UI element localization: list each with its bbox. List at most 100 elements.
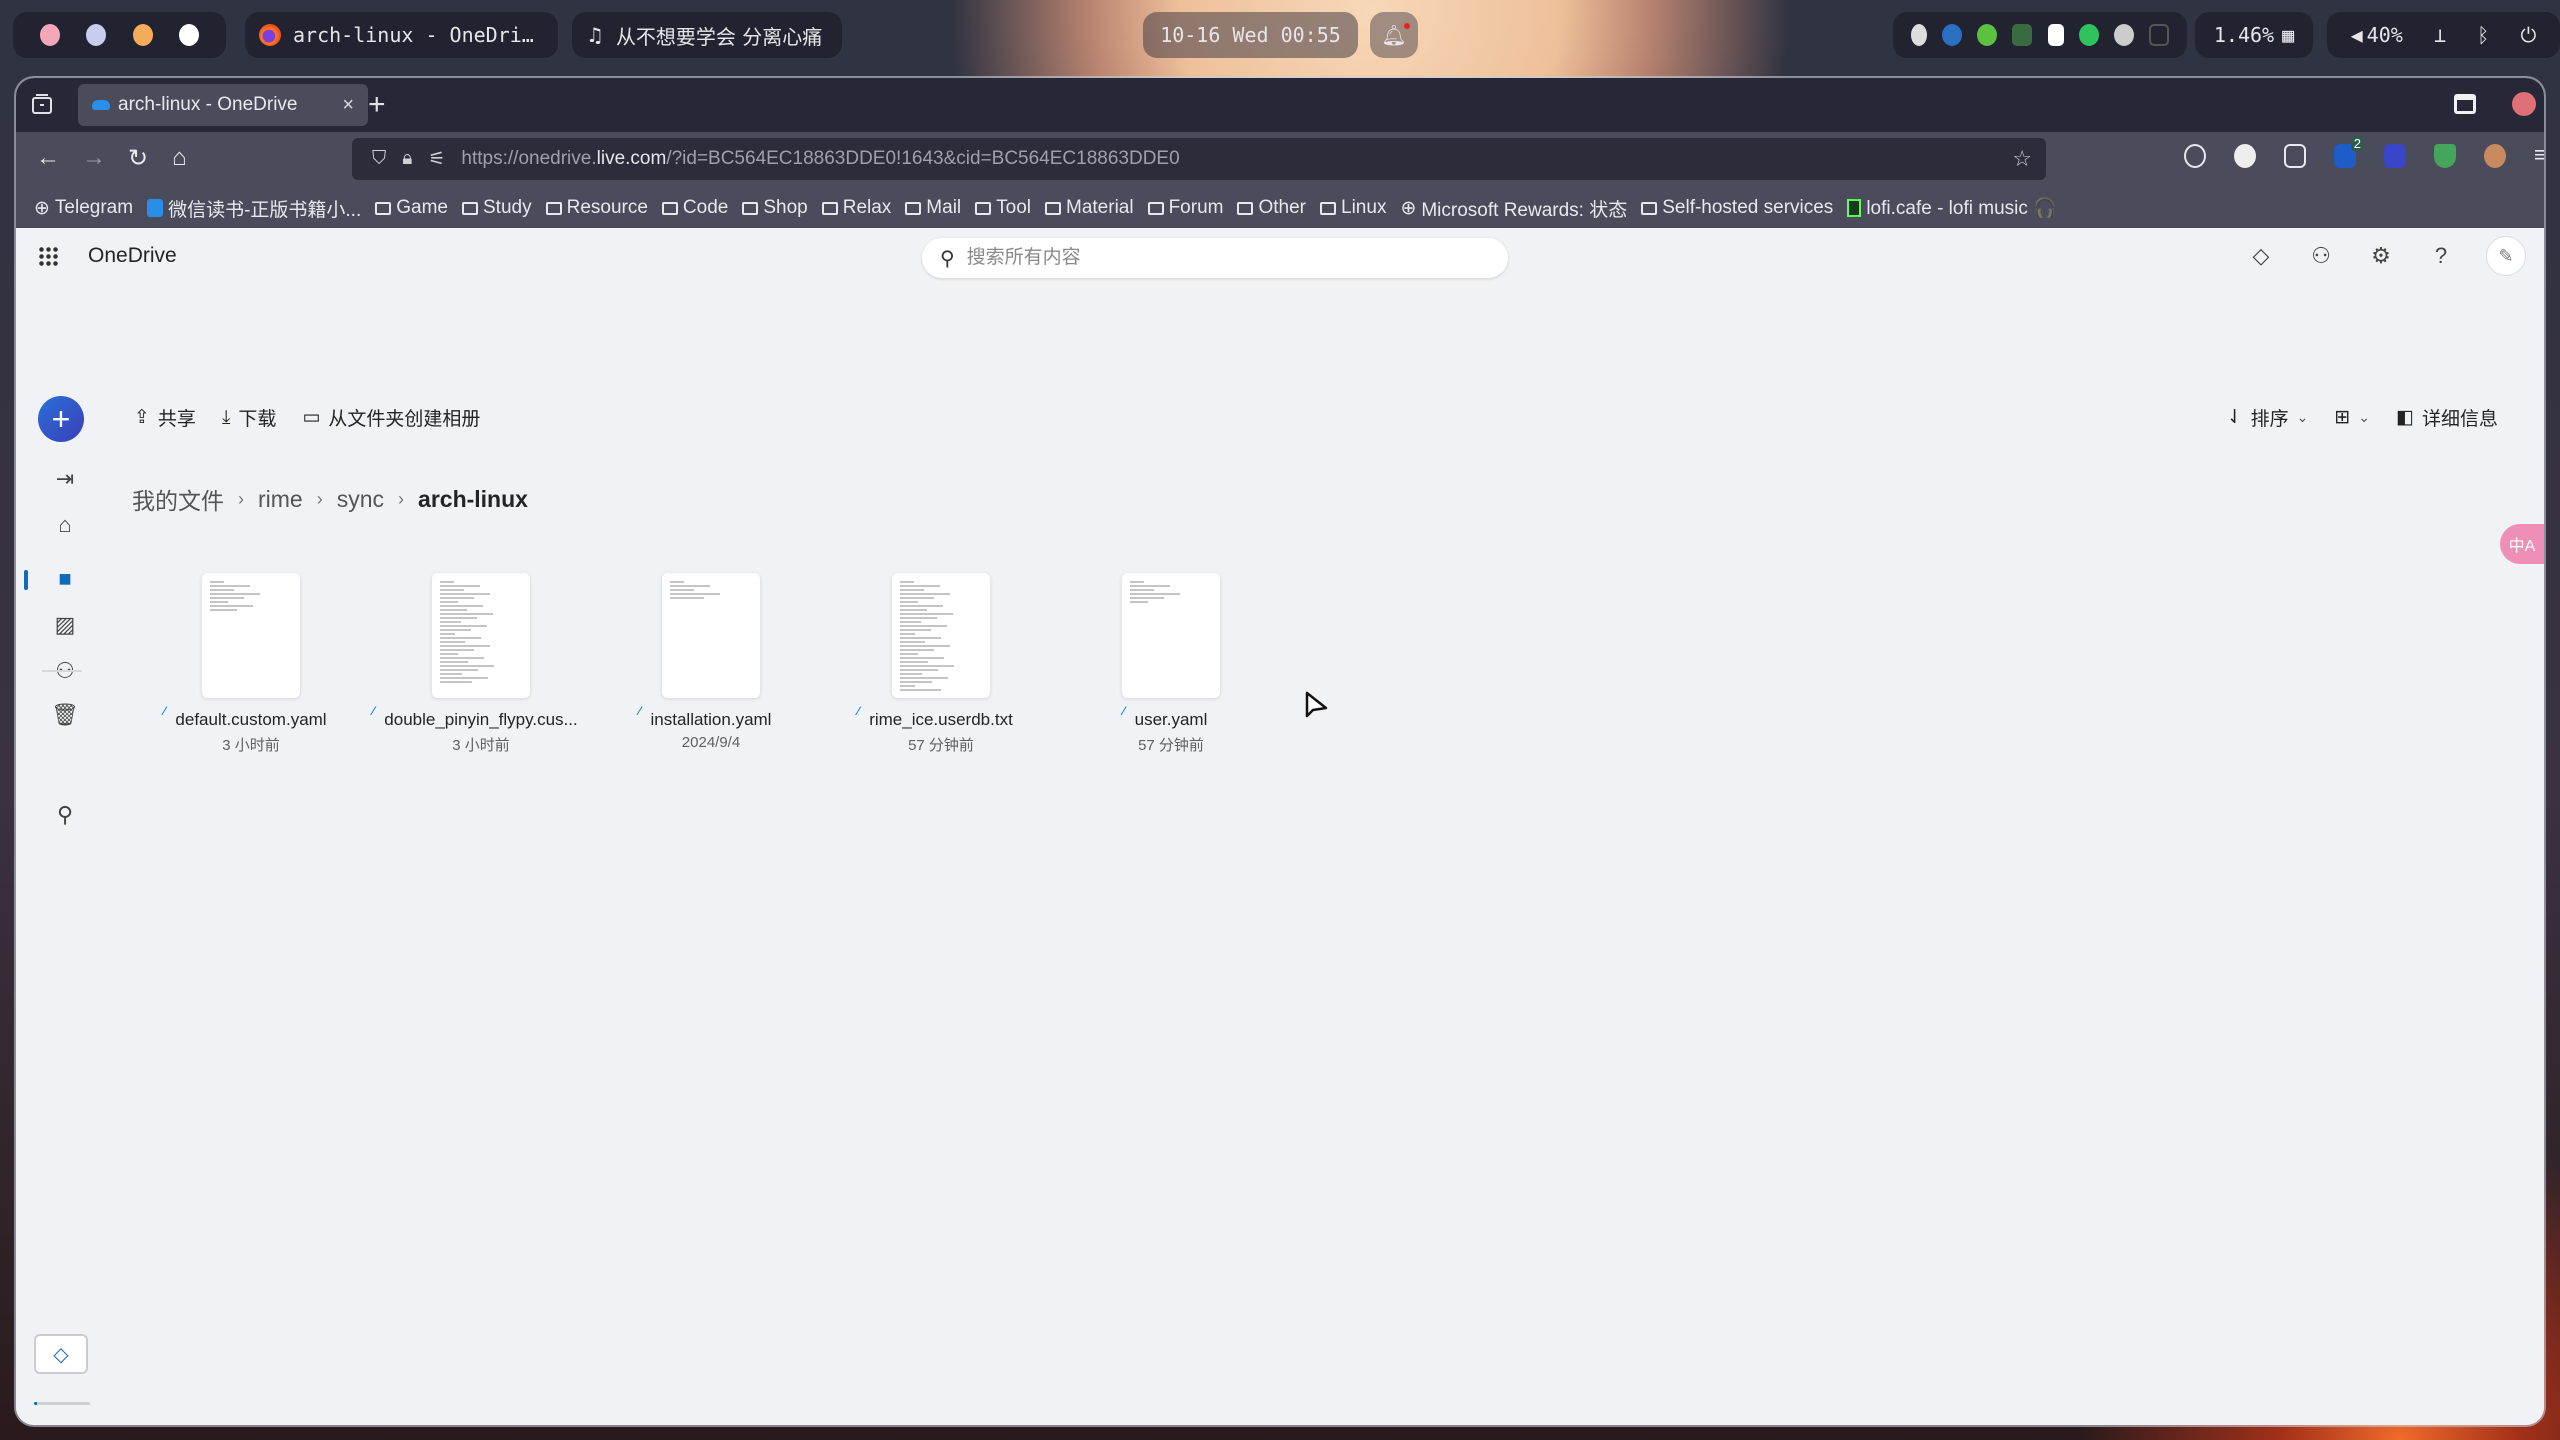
bitwarden-icon[interactable]: 2	[2334, 136, 2364, 168]
bookmark-item[interactable]: 微信读书-正版书籍小...	[147, 195, 361, 222]
bookmark-item[interactable]: ⊕ Microsoft Rewards: 状态	[1400, 195, 1627, 222]
tab-onedrive[interactable]: arch-linux - OneDrive ×	[78, 84, 368, 126]
history-icon[interactable]	[2184, 144, 2206, 168]
my-files-nav-icon[interactable]: ■	[52, 566, 78, 592]
bluetooth-status-icon[interactable]: ᛒ	[2477, 23, 2489, 47]
extensions-icon[interactable]	[2284, 144, 2306, 168]
bookmark-item[interactable]: Mail	[905, 197, 961, 219]
view-mode-button[interactable]: ⊞ ⌄	[2334, 406, 2370, 429]
bookmark-star-icon[interactable]: ☆	[2012, 146, 2032, 172]
feedback-icon[interactable]: ⚇	[2306, 241, 2336, 271]
settings-icon[interactable]: ⚙	[2366, 241, 2396, 271]
file-tile[interactable]: ⁄ user.yaml 57 分钟前	[1056, 573, 1286, 755]
bluetooth-icon[interactable]	[1910, 24, 1927, 46]
bookmark-item[interactable]: ⊕ Telegram	[34, 197, 133, 220]
bookmark-item[interactable]: Linux	[1320, 197, 1386, 219]
input-method-icon[interactable]	[2149, 24, 2170, 46]
file-tile[interactable]: ⁄ default.custom.yaml 3 小时前	[136, 573, 366, 755]
breadcrumb-current[interactable]: arch-linux	[418, 486, 528, 513]
lock-icon[interactable]: 🔒︎	[402, 148, 412, 170]
adguard-icon[interactable]	[2434, 144, 2456, 168]
recycle-bin-nav-icon[interactable]: 🗑︎	[51, 702, 79, 728]
sort-button[interactable]: ⇃ 排序 ⌄	[2227, 404, 2309, 431]
bookmark-item[interactable]: Other	[1237, 197, 1306, 219]
profile-extension-icon[interactable]	[2234, 144, 2256, 168]
steam-icon[interactable]	[2114, 24, 2135, 46]
expand-nav-icon[interactable]: ⇥	[52, 466, 78, 492]
music-widget[interactable]: ♫ 从不想要学会 分离心痛	[572, 12, 842, 58]
green-cat-icon[interactable]	[1977, 24, 1998, 46]
power-icon[interactable]: ⏻	[2521, 23, 2537, 47]
breadcrumb-item[interactable]: rime	[258, 486, 303, 513]
workspace-dot-3[interactable]	[132, 24, 153, 46]
file-name[interactable]: ⁄ double_pinyin_flypy.cus...	[372, 704, 577, 730]
download-button[interactable]: ⤓ 下载	[222, 404, 276, 431]
new-tab-button[interactable]: +	[368, 88, 386, 122]
active-window-indicator[interactable]: arch-linux - OneDri…	[245, 12, 558, 58]
window-list-icon[interactable]	[2454, 94, 2476, 114]
bookmark-item[interactable]: Material	[1045, 197, 1134, 219]
file-tile[interactable]: ⁄ double_pinyin_flypy.cus... 3 小时前	[366, 573, 596, 755]
help-icon[interactable]: ?	[2426, 241, 2456, 271]
notification-button[interactable]: 🔔︎	[1370, 12, 1418, 58]
file-name[interactable]: ⁄ user.yaml	[1123, 704, 1208, 730]
play-icon[interactable]	[2047, 24, 2064, 46]
workspace-switcher[interactable]	[13, 12, 226, 58]
file-tile[interactable]: ⁄ rime_ice.userdb.txt 57 分钟前	[826, 573, 1056, 755]
wechat-icon[interactable]	[2078, 24, 2099, 46]
cpu-usage[interactable]: 1.46% ▦	[2195, 12, 2313, 58]
permissions-icon[interactable]: ⚟	[428, 148, 445, 171]
create-new-button[interactable]: +	[38, 396, 84, 442]
create-album-button[interactable]: ▭ 从文件夹创建相册	[302, 404, 480, 431]
premium-diamond-icon[interactable]: ◇	[2246, 241, 2276, 271]
bookmark-item[interactable]: Shop	[742, 197, 808, 219]
address-bar[interactable]: ⛉ 🔒︎ ⚟ https://onedrive.live.com/?id=BC5…	[352, 138, 2046, 180]
photos-nav-icon[interactable]: ▨	[52, 612, 78, 638]
app-launcher-icon[interactable]	[38, 246, 58, 266]
clock[interactable]: 10-16 Wed 00:55	[1143, 12, 1358, 58]
bookmark-item[interactable]: Forum	[1147, 197, 1223, 219]
file-name[interactable]: ⁄ rime_ice.userdb.txt	[857, 704, 1013, 730]
bookmark-item[interactable]: Tool	[975, 197, 1031, 219]
close-tab-icon[interactable]: ×	[342, 94, 354, 117]
home-button[interactable]: ⌂	[172, 144, 187, 172]
file-thumbnail[interactable]	[662, 573, 760, 698]
translate-app-icon[interactable]	[2012, 24, 2033, 46]
breadcrumb-item[interactable]: sync	[337, 486, 384, 513]
search-box[interactable]: ⚲	[922, 238, 1508, 278]
bookmark-item[interactable]: Self-hosted services	[1641, 197, 1833, 219]
avatar[interactable]: ✎	[2486, 236, 2526, 276]
bookmark-item[interactable]: Code	[661, 197, 728, 219]
url-text[interactable]: https://onedrive.live.com/?id=BC564EC188…	[461, 148, 1179, 170]
bookmark-item[interactable]: Study	[462, 197, 532, 219]
bookmark-item[interactable]: lofi.cafe - lofi music 🎧	[1847, 196, 2057, 220]
app-brand[interactable]: OneDrive	[88, 244, 177, 268]
translate-button[interactable]: 中A	[2500, 524, 2544, 564]
blue-app-icon[interactable]	[1941, 24, 1962, 46]
file-thumbnail[interactable]	[1122, 573, 1220, 698]
file-thumbnail[interactable]	[202, 573, 300, 698]
file-thumbnail[interactable]	[432, 573, 530, 698]
file-name[interactable]: ⁄ default.custom.yaml	[163, 704, 326, 730]
workspace-dot-1[interactable]	[40, 24, 61, 46]
menu-icon[interactable]: ≡	[2534, 144, 2544, 168]
bookmark-item[interactable]: Game	[375, 197, 448, 219]
blue-extension-icon[interactable]	[2384, 144, 2406, 168]
reload-button[interactable]: ↻	[128, 144, 148, 173]
owl-extension-icon[interactable]	[2484, 144, 2506, 168]
tab-overview-icon[interactable]	[30, 92, 56, 118]
workspace-dot-2[interactable]	[86, 24, 107, 46]
people-nav-icon[interactable]: ⚲	[52, 802, 78, 828]
search-input[interactable]	[966, 247, 1447, 269]
breadcrumb-item[interactable]: 我的文件	[132, 482, 224, 516]
details-pane-button[interactable]: ◧ 详细信息	[2396, 404, 2498, 431]
window-close-button[interactable]	[2512, 92, 2536, 116]
network-icon[interactable]: ⊥	[2434, 23, 2446, 47]
workspace-dot-4[interactable]	[178, 24, 199, 46]
file-thumbnail[interactable]	[892, 573, 990, 698]
back-button[interactable]: ←	[36, 144, 60, 172]
home-nav-icon[interactable]: ⌂	[52, 512, 78, 538]
bookmark-item[interactable]: Resource	[545, 197, 648, 219]
file-tile[interactable]: ⁄ installation.yaml 2024/9/4	[596, 573, 826, 755]
shield-icon[interactable]: ⛉	[372, 148, 386, 170]
